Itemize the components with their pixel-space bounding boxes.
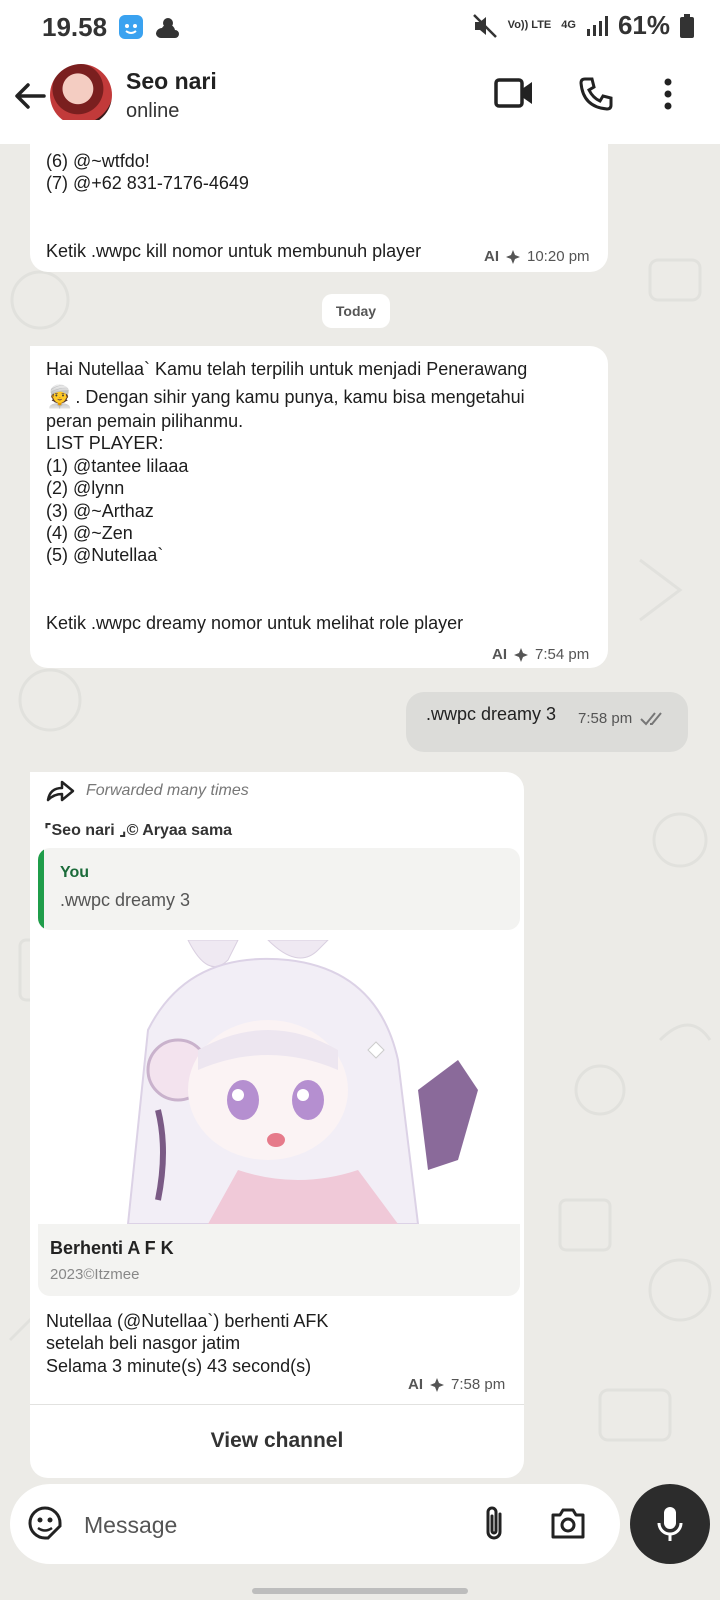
outgoing-message[interactable]: .wwpc dreamy 3 7:58 pm (406, 692, 688, 752)
link-preview-card[interactable]: Berhenti A F K 2023©Itzmee (38, 1224, 520, 1296)
forwarded-icon (46, 780, 75, 802)
battery-icon (680, 13, 694, 38)
back-arrow-icon[interactable] (12, 78, 48, 114)
volte-indicator: Vo)) LTE (507, 19, 552, 31)
link-title: Berhenti A F K (50, 1238, 174, 1258)
message-text-line2: . Dengan sihir yang kamu punya, kamu bis… (75, 386, 525, 407)
message-line2-row: 👳 . Dengan sihir yang kamu punya, kamu b… (46, 384, 525, 410)
message-meta: AI 10:20 pm (484, 248, 590, 265)
contact-name[interactable]: Seo nari (126, 68, 217, 95)
more-options-icon[interactable] (662, 76, 674, 112)
ai-sparkle-icon (514, 647, 528, 662)
guru-emoji: 👳 (46, 384, 74, 409)
anime-girl-illustration (38, 940, 520, 1224)
weather-icon (156, 18, 179, 39)
quote-text: .wwpc dreamy 3 (60, 890, 191, 910)
message-text: (6) @~wtfdo! (7) @+62 831-7176-4649 Keti… (46, 151, 422, 261)
forwarded-message[interactable]: Forwarded many times ⌜Seo nari ⌟© Aryaa … (30, 772, 524, 1478)
date-separator: Today (322, 294, 390, 328)
microphone-icon (657, 1507, 683, 1541)
quote-accent-bar (38, 848, 44, 930)
voice-call-icon[interactable] (578, 76, 614, 112)
message-time: 10:20 pm (527, 248, 590, 265)
emoji-sticker-icon[interactable] (26, 1504, 64, 1542)
status-bar: 19.58 Vo)) LTE 4G 61% (0, 0, 720, 50)
forwarded-indicator: Forwarded many times (46, 780, 249, 802)
message-time: 7:58 pm (451, 1376, 506, 1393)
link-preview-image[interactable] (38, 940, 520, 1224)
message-meta: AI 7:54 pm (492, 646, 589, 663)
status-notification-icons (118, 14, 180, 40)
status-system-icons: Vo)) LTE 4G 61% (472, 10, 694, 41)
mute-icon (472, 13, 497, 38)
camera-icon[interactable] (550, 1506, 586, 1540)
message-time: 7:54 pm (535, 646, 590, 663)
quoted-reply[interactable]: You .wwpc dreamy 3 (38, 848, 520, 930)
message-text-line1: Hai Nutellaa` Kamu telah terpilih untuk … (46, 359, 528, 379)
contact-avatar[interactable] (50, 64, 112, 126)
message-input[interactable] (82, 1506, 446, 1544)
attach-paperclip-icon[interactable] (480, 1504, 510, 1544)
message-composer (10, 1484, 620, 1564)
signal-icon (586, 15, 608, 36)
view-channel-button[interactable]: View channel (30, 1405, 524, 1477)
channel-sender: ⌜Seo nari ⌟© Aryaa sama (44, 822, 233, 839)
gesture-nav-handle[interactable] (252, 1588, 468, 1594)
incoming-message[interactable]: (6) @~wtfdo! (7) @+62 831-7176-4649 Keti… (30, 120, 608, 272)
double-check-icon (640, 711, 662, 725)
voice-record-button[interactable] (630, 1484, 710, 1564)
link-subtitle: 2023©Itzmee (50, 1266, 140, 1283)
4g-indicator: 4G (561, 19, 576, 31)
quote-author: You (60, 864, 90, 881)
message-meta: AI 7:58 pm (408, 1376, 505, 1393)
message-time: 7:58 pm (578, 710, 633, 727)
ai-label: AI (408, 1376, 423, 1393)
ai-label: AI (492, 646, 507, 663)
status-time: 19.58 (42, 12, 108, 42)
app-notification-icon (119, 15, 143, 39)
incoming-message[interactable]: Hai Nutellaa` Kamu telah terpilih untuk … (30, 346, 608, 668)
ai-label: AI (484, 248, 499, 265)
forwarded-label: Forwarded many times (86, 782, 249, 799)
message-text-body: peran pemain pilihanmu. LIST PLAYER: (1)… (46, 411, 464, 633)
ai-sparkle-icon (506, 249, 520, 264)
message-text: Nutellaa (@Nutellaa`) berhenti AFK setel… (46, 1311, 329, 1376)
message-text: .wwpc dreamy 3 (426, 704, 557, 724)
battery-percent: 61% (617, 10, 670, 40)
ai-sparkle-icon (430, 1377, 444, 1392)
message-meta: 7:58 pm (578, 710, 666, 727)
video-call-icon[interactable] (494, 76, 534, 110)
